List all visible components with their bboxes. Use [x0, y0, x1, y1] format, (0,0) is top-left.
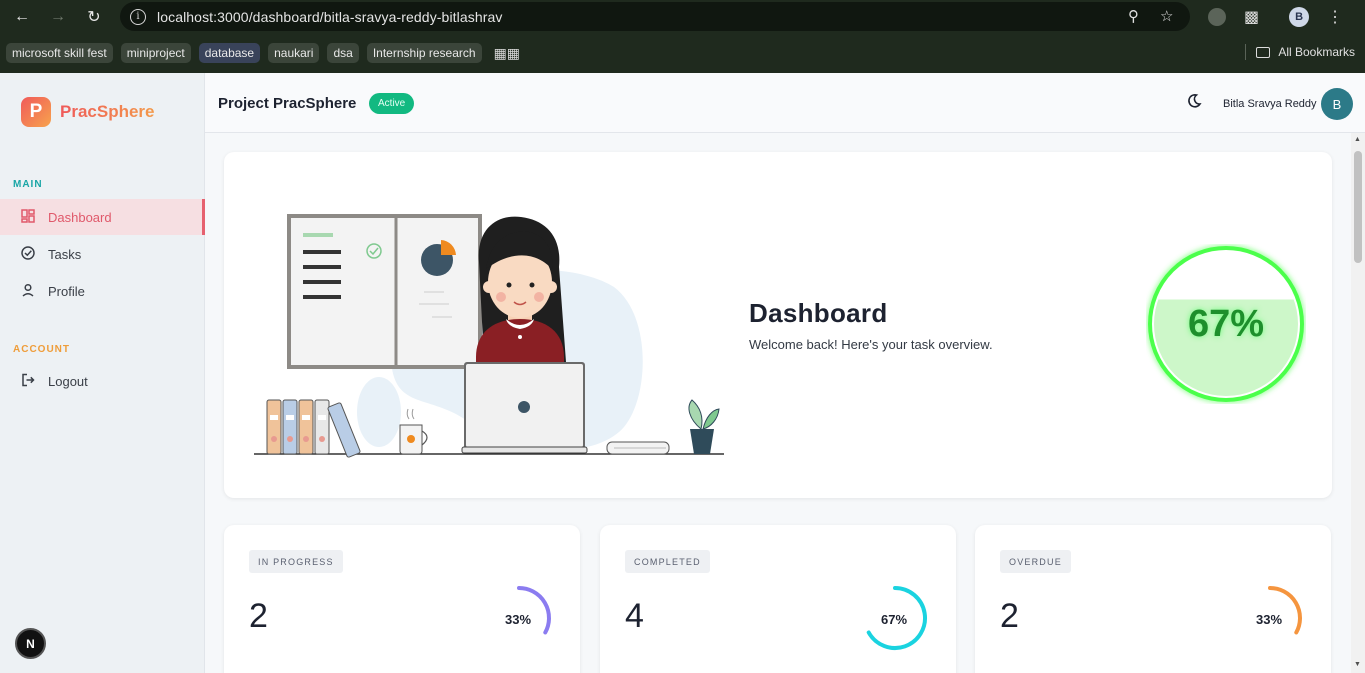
address-bar[interactable]: i localhost:3000/dashboard/bitla-sravya-… — [120, 2, 1190, 31]
scroll-up-icon[interactable]: ▲ — [1354, 136, 1361, 143]
brand-name: PracSphere — [60, 102, 155, 121]
reload-icon[interactable]: ↻ — [76, 0, 112, 33]
stat-tag: OVERDUE — [1000, 550, 1071, 573]
overall-progress-value: 67% — [1187, 302, 1265, 345]
bookmarks-bar: microsoft skill fest miniproject databas… — [0, 33, 1365, 73]
browser-menu-icon[interactable]: ⋮ — [1327, 7, 1343, 27]
app-header: Project PracSphere Active Bitla Sravya R… — [205, 73, 1365, 133]
stat-value: 2 — [1000, 597, 1019, 635]
user-icon — [20, 283, 36, 300]
dark-mode-toggle-icon[interactable] — [1186, 93, 1202, 114]
bookmark-item[interactable]: microsoft skill fest — [6, 43, 113, 63]
sidebar-item-tasks[interactable]: Tasks — [0, 236, 205, 272]
zoom-icon[interactable]: ⚲ — [1128, 7, 1139, 25]
browser-toolbar: ← → ↻ i localhost:3000/dashboard/bitla-s… — [0, 0, 1365, 33]
brand-mark-icon: P — [21, 97, 51, 127]
logout-button[interactable]: Logout — [0, 363, 205, 399]
stat-card-in-progress: IN PROGRESS 2 33% — [224, 525, 580, 673]
stat-card-overdue: OVERDUE 2 33% — [975, 525, 1331, 673]
stat-value: 2 — [249, 597, 268, 635]
stat-percent: 33% — [505, 612, 532, 627]
sidebar-item-label: Dashboard — [48, 209, 112, 225]
stat-tag: IN PROGRESS — [249, 550, 343, 573]
section-label-account: ACCOUNT — [13, 344, 70, 355]
extension-circle-icon[interactable] — [1208, 7, 1226, 26]
url-text[interactable]: localhost:3000/dashboard/bitla-sravya-re… — [157, 9, 502, 25]
brand-logo[interactable]: P PracSphere — [21, 97, 155, 127]
scroll-down-icon[interactable]: ▼ — [1354, 661, 1361, 668]
page-scrollbar[interactable]: ▲ ▼ — [1351, 133, 1365, 673]
sidebar: P PracSphere MAIN Dashboard Tasks Profil… — [0, 73, 205, 673]
stat-percent: 33% — [1256, 612, 1283, 627]
dashboard-illustration — [254, 214, 724, 458]
stat-card-completed: COMPLETED 4 67% — [600, 525, 956, 673]
apps-grid-icon[interactable]: ▦▦ — [494, 45, 520, 62]
page-title: Dashboard — [749, 298, 888, 328]
extensions-puzzle-icon[interactable]: ▩ — [1244, 7, 1259, 27]
dashboard-icon — [20, 208, 36, 226]
back-icon[interactable]: ← — [4, 0, 40, 33]
main-content: Dashboard Welcome back! Here's your task… — [205, 133, 1351, 673]
forward-icon[interactable]: → — [40, 0, 76, 33]
scroll-thumb[interactable] — [1354, 151, 1362, 263]
user-name[interactable]: Bitla Sravya Reddy — [1223, 98, 1317, 110]
bookmark-star-icon[interactable]: ☆ — [1160, 7, 1173, 25]
bookmark-item[interactable]: miniproject — [120, 43, 191, 63]
logout-label: Logout — [48, 373, 88, 389]
site-info-icon[interactable]: i — [130, 8, 146, 25]
nextjs-dev-badge[interactable]: N — [15, 628, 46, 659]
stat-percent: 67% — [881, 612, 908, 627]
section-label-main: MAIN — [13, 179, 43, 190]
project-title: Project PracSphere — [218, 95, 357, 112]
divider — [1245, 44, 1247, 60]
avatar[interactable]: B — [1321, 88, 1353, 120]
page-subtitle: Welcome back! Here's your task overview. — [749, 337, 993, 352]
browser-profile-avatar[interactable]: B — [1289, 6, 1310, 27]
logout-icon — [20, 373, 36, 390]
sidebar-item-profile[interactable]: Profile — [0, 273, 205, 309]
bookmark-item[interactable]: Internship research — [366, 43, 482, 63]
folder-icon — [1256, 46, 1271, 58]
bookmark-item[interactable]: database — [198, 43, 261, 63]
all-bookmarks-label: All Bookmarks — [1278, 45, 1355, 59]
all-bookmarks[interactable]: All Bookmarks — [1245, 44, 1355, 60]
sidebar-item-label: Profile — [48, 283, 85, 299]
bookmark-item[interactable]: dsa — [327, 43, 359, 63]
sidebar-item-dashboard[interactable]: Dashboard — [0, 199, 205, 235]
stat-value: 4 — [625, 597, 644, 635]
sidebar-item-label: Tasks — [48, 246, 82, 262]
bookmark-item[interactable]: naukari — [268, 43, 320, 63]
stat-tag: COMPLETED — [625, 550, 710, 573]
check-circle-icon — [20, 245, 36, 263]
hero-card: Dashboard Welcome back! Here's your task… — [224, 152, 1332, 498]
status-badge: Active — [369, 93, 415, 114]
